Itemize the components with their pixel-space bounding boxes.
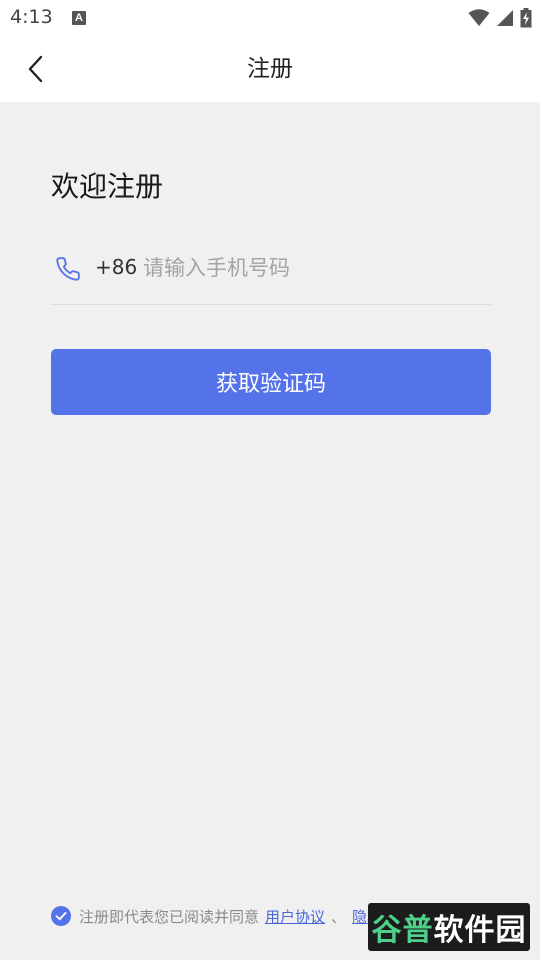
country-code[interactable]: +86 [95,255,137,279]
app-bar: 注册 [0,36,540,102]
phone-input-row: +86 [51,240,491,305]
welcome-heading: 欢迎注册 [51,170,164,203]
watermark-logo: 谷普 软件园 [368,903,530,951]
agreement-text: 注册即代表您已阅读并同意 [79,907,260,926]
battery-charging-icon [520,8,532,28]
user-agreement-link[interactable]: 用户协议 [265,906,325,927]
cell-signal-icon [497,10,513,26]
page-title: 注册 [247,56,293,82]
wifi-icon [468,9,490,26]
check-circle-icon[interactable] [51,906,71,926]
agreement-row: 注册即代表您已阅读并同意 用户协议 、 隐私政策 [51,904,412,928]
notification-a-icon: A [72,11,86,25]
back-button[interactable] [16,49,56,89]
phone-icon [56,257,80,281]
chevron-left-icon [28,55,43,83]
watermark-part2: 软件园 [433,913,527,948]
watermark-part1: 谷普 [371,913,434,948]
status-bar: 4:13 A [0,0,540,36]
status-icons [468,6,532,30]
agreement-separator: 、 [331,907,347,926]
phone-number-input[interactable] [143,250,473,286]
status-time: 4:13 [10,6,53,28]
get-verification-code-button[interactable]: 获取验证码 [51,349,491,415]
